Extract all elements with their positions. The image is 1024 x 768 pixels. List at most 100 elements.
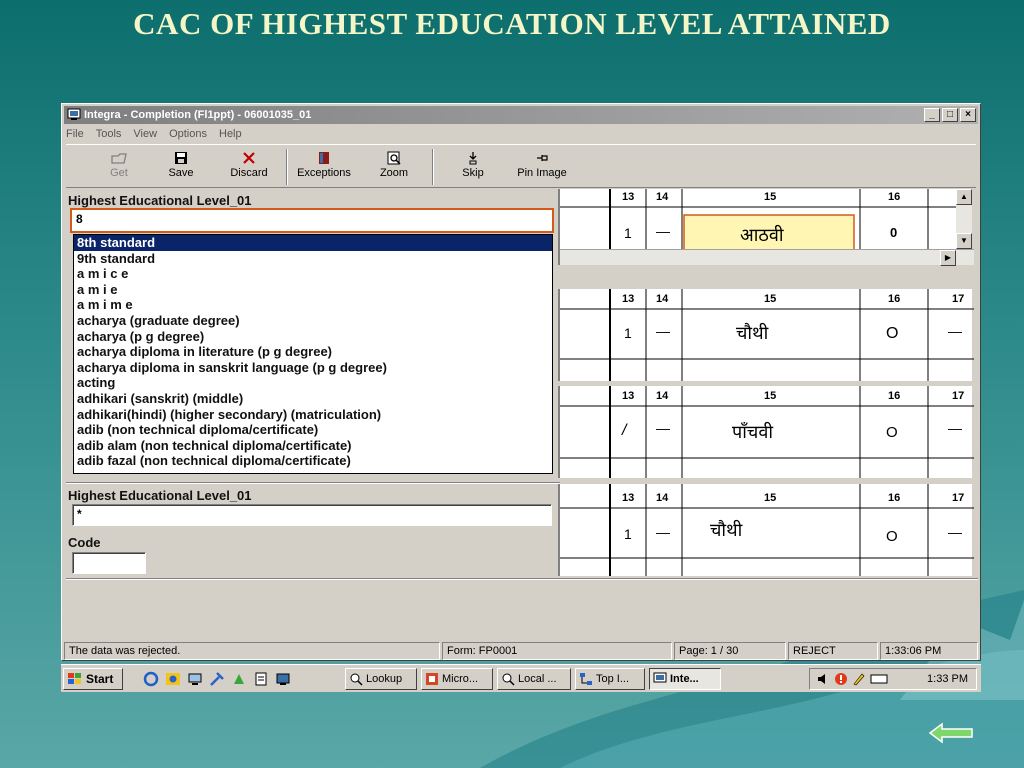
menu-help[interactable]: Help <box>219 125 242 143</box>
cell-16: O <box>886 528 898 545</box>
close-button[interactable]: × <box>960 108 976 122</box>
alert-icon[interactable] <box>834 672 848 686</box>
ie-icon[interactable] <box>143 671 159 687</box>
cell-14: — <box>656 223 670 239</box>
skip-icon <box>469 152 477 165</box>
keyboard-icon[interactable] <box>870 673 888 685</box>
dropdown-option[interactable]: a m i e <box>74 282 552 298</box>
start-button[interactable]: Start <box>63 668 123 690</box>
menu-options[interactable]: Options <box>169 125 207 143</box>
scroll-right-button[interactable]: ▶ <box>940 250 956 266</box>
handwritten-answer: चौथी <box>736 323 769 344</box>
dropdown-option[interactable]: adib (non technical diploma/certificate) <box>74 422 552 438</box>
cell-14: — <box>656 420 670 436</box>
app-icon[interactable] <box>231 671 247 687</box>
image-hscrollbar[interactable]: ▶ <box>560 249 974 266</box>
pin-image-button[interactable]: Pin Image <box>512 149 572 185</box>
dropdown-option[interactable]: adhikari (sanskrit) (middle) <box>74 391 552 407</box>
dropdown-option[interactable]: a m i m e <box>74 297 552 313</box>
field2-label: Highest Educational Level_01 <box>68 488 252 503</box>
col-header-16: 16 <box>888 390 901 402</box>
menu-tools[interactable]: Tools <box>96 125 122 143</box>
dropdown-option[interactable]: adib fazal (non technical diploma/certif… <box>74 453 552 469</box>
window-titlebar: Integra - Completion (Fl1ppt) - 06001035… <box>64 106 978 124</box>
col-header-17: 17 <box>952 492 965 504</box>
cell-17: — <box>948 420 962 436</box>
skip-button[interactable]: Skip <box>456 149 490 185</box>
dropdown-option[interactable]: acting <box>74 375 552 391</box>
col-header-15: 15 <box>764 191 777 203</box>
pen-icon[interactable] <box>852 672 866 686</box>
cell-17: — <box>948 524 962 540</box>
scroll-down-button[interactable]: ▼ <box>956 233 972 249</box>
col-header-15: 15 <box>764 293 777 305</box>
dropdown-option[interactable]: acharya diploma in sanskrit language (p … <box>74 360 552 376</box>
status-page: Page: 1 / 30 <box>674 642 786 660</box>
code-input[interactable] <box>72 552 146 574</box>
back-arrow-button[interactable] <box>928 722 974 744</box>
dropdown-option[interactable]: acharya (p g degree) <box>74 329 552 345</box>
desktop-icon[interactable] <box>275 671 291 687</box>
scroll-up-button[interactable]: ▲ <box>956 189 972 205</box>
task-local[interactable]: Local ... <box>497 668 571 690</box>
field2-input[interactable]: * <box>72 504 552 526</box>
education-level-dropdown[interactable]: 8th standard 9th standard a m i c e a m … <box>73 234 553 474</box>
col-header-14: 14 <box>656 390 669 402</box>
col-header-16: 16 <box>888 492 901 504</box>
slide-title: CAC OF HIGHEST EDUCATION LEVEL ATTAINED <box>133 6 891 41</box>
windows-logo-icon <box>68 673 81 684</box>
cell-17: — <box>948 323 962 339</box>
zoom-magnifier-icon <box>387 151 401 165</box>
maximize-button[interactable]: □ <box>942 108 958 122</box>
pin-icon <box>537 155 548 161</box>
minimize-button[interactable]: _ <box>924 108 940 122</box>
dropdown-option[interactable]: acharya (graduate degree) <box>74 313 552 329</box>
discard-button[interactable]: Discard <box>226 149 272 185</box>
field1-input[interactable]: 8 <box>70 208 554 233</box>
dropdown-option[interactable]: acharya diploma in literature (p g degre… <box>74 344 552 360</box>
col-header-13: 13 <box>622 390 635 402</box>
col-header-16: 16 <box>888 293 901 305</box>
col-header-13: 13 <box>622 492 635 504</box>
status-form: Form: FP0001 <box>442 642 672 660</box>
app-icon <box>67 108 81 120</box>
col-header-16: 16 <box>888 191 901 203</box>
cell-13: 1 <box>624 526 632 542</box>
col-header-17: 17 <box>952 293 965 305</box>
task-top[interactable]: Top I... <box>575 668 645 690</box>
menu-view[interactable]: View <box>133 125 157 143</box>
window-title: Integra - Completion (Fl1ppt) - 06001035… <box>84 109 312 121</box>
task-micro[interactable]: Micro... <box>421 668 493 690</box>
zoom-button[interactable]: Zoom <box>376 149 412 185</box>
get-icon <box>111 153 127 164</box>
exceptions-button[interactable]: Exceptions <box>292 149 356 185</box>
task-lookup[interactable]: Lookup <box>345 668 417 690</box>
get-button[interactable]: Get <box>104 149 134 185</box>
outlook-icon[interactable] <box>165 671 181 687</box>
speaker-icon[interactable] <box>816 672 830 686</box>
search-icon <box>502 673 515 686</box>
dropdown-option[interactable]: 9th standard <box>74 251 552 267</box>
menu-file[interactable]: File <box>66 125 84 143</box>
notepad-icon[interactable] <box>253 671 269 687</box>
dropdown-option[interactable]: 8th standard <box>74 235 552 251</box>
dropdown-option[interactable]: adib alam (non technical diploma/certifi… <box>74 438 552 454</box>
toolbar: Get Save Discard Exceptions Zoom Skip Pi… <box>66 144 976 188</box>
image-vscrollbar[interactable]: ▲ ▼ <box>956 189 972 249</box>
col-header-15: 15 <box>764 492 777 504</box>
handwritten-answer: चौथी <box>710 520 743 541</box>
dropdown-option[interactable]: a m i c e <box>74 266 552 282</box>
col-header-14: 14 <box>656 293 669 305</box>
tools-icon[interactable] <box>209 671 225 687</box>
statusbar: The data was rejected. Form: FP0001 Page… <box>64 642 978 660</box>
system-tray: 1:33 PM <box>809 668 977 690</box>
cell-14: — <box>656 524 670 540</box>
task-integra[interactable]: Inte... <box>649 668 721 690</box>
col-header-14: 14 <box>656 492 669 504</box>
network-icon[interactable] <box>187 671 203 687</box>
form-image-pane-3: 13 14 15 16 17 / — पाँचवी O — <box>558 386 974 478</box>
integra-window: Integra - Completion (Fl1ppt) - 06001035… <box>61 103 981 661</box>
save-button[interactable]: Save <box>164 149 198 185</box>
tree-icon <box>580 673 592 685</box>
dropdown-option[interactable]: adhikari(hindi) (higher secondary) (matr… <box>74 407 552 423</box>
